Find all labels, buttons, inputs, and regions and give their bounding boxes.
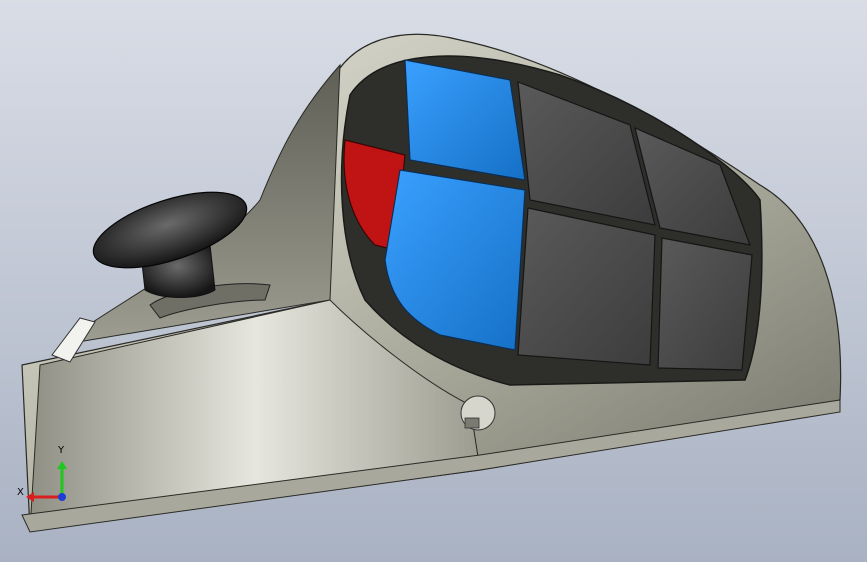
model-render bbox=[21, 33, 842, 533]
triad-z-origin bbox=[58, 493, 66, 501]
triad-y-label: Y bbox=[58, 445, 65, 456]
dark-key-3[interactable] bbox=[517, 207, 656, 366]
cad-3d-viewport[interactable]: X Y bbox=[0, 0, 867, 562]
dark-key-4[interactable] bbox=[657, 237, 753, 371]
triad-x-label: X bbox=[17, 487, 24, 498]
screw-hole-insert bbox=[464, 417, 480, 429]
